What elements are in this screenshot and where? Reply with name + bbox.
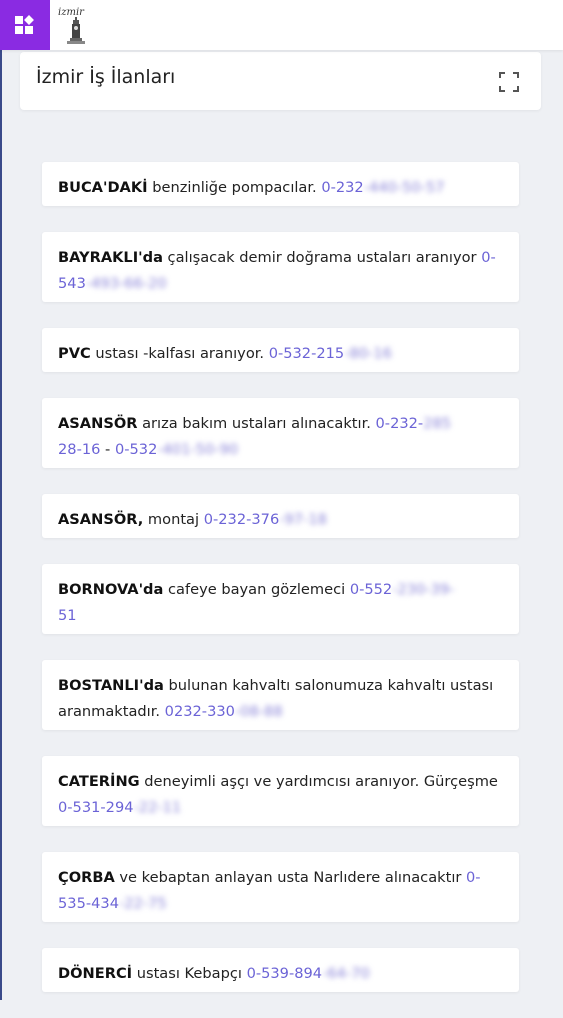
listing-card[interactable]: ÇORBA ve kebaptan anlayan usta Narlıdere… [42,852,519,922]
phone-number[interactable]: 51 [58,607,77,624]
phone-number[interactable]: 0-539-894 [247,965,323,982]
phone-number[interactable]: 0-232 [321,179,363,196]
listing-keyword: ASANSÖR [58,415,138,432]
listing-card[interactable]: CATERİNG deneyimli aşçı ve yardımcısı ar… [42,756,519,826]
listing-keyword: BORNOVA'da [58,581,164,598]
listing-text: arıza bakım ustaları alınacaktır. [137,415,376,432]
listing-text: benzinliğe pompacılar. [147,179,322,196]
phone-number[interactable]: 0232-330 [165,703,235,720]
listing-keyword: BUCA'DAKİ [58,179,148,196]
listing-card[interactable]: BUCA'DAKİ benzinliğe pompacılar. 0-232-4… [42,162,519,206]
page-header-card: İzmir İş İlanları [20,52,541,110]
listing-keyword: BAYRAKLI'da [58,249,163,266]
phone-number-hidden: -401-50-90 [157,441,239,458]
job-listings: BUCA'DAKİ benzinliğe pompacılar. 0-232-4… [42,162,519,1018]
window-left-edge [0,0,2,1000]
phone-number[interactable]: 0-552 [350,581,392,598]
listing-card[interactable]: BAYRAKLI'da çalışacak demir doğrama usta… [42,232,519,302]
phone-number[interactable]: 0-532-215 [269,345,345,362]
listing-text: ustası -kalfası aranıyor. [90,345,269,362]
listing-card[interactable]: PVC ustası -kalfası aranıyor. 0-532-215-… [42,328,519,372]
phone-number-hidden: -22-11 [133,799,182,816]
listing-card[interactable]: BORNOVA'da cafeye bayan gözlemeci 0-552-… [42,564,519,634]
phone-number[interactable]: 0-232-376 [204,511,280,528]
phone-number-hidden: -493-66-20 [85,275,167,292]
phone-number-hidden: -440-50-57 [363,179,445,196]
phone-number-hidden: -08-88 [234,703,283,720]
listing-keyword: DÖNERCİ [58,965,133,982]
widgets-add-icon [15,15,34,34]
listing-card[interactable]: ASANSÖR, montaj 0-232-376-97-18 [42,494,519,538]
listing-card[interactable]: BOSTANLI'da bulunan kahvaltı salonumuza … [42,660,519,730]
phone-number[interactable]: 0-532 [115,441,157,458]
listing-card[interactable]: ASANSÖR arıza bakım ustaları alınacaktır… [42,398,519,468]
listing-text: montaj [143,511,204,528]
phone-number-hidden: -80-16 [344,345,392,362]
phone-number[interactable]: 0-232- [376,415,424,432]
listing-card[interactable]: DÖNERCİ ustası Kebapçı 0-539-894-64-70 [42,948,519,992]
listing-keyword: BOSTANLI'da [58,677,164,694]
listing-text: cafeye bayan gözlemeci [163,581,350,598]
top-bar: izmir [0,0,563,50]
page-title: İzmir İş İlanları [36,66,176,88]
listing-keyword: CATERİNG [58,773,140,790]
phone-separator: - [100,441,115,458]
phone-number[interactable]: 28-16 [58,441,100,458]
listing-text: çalışacak demir doğrama ustaları aranıyo… [162,249,482,266]
phone-number-hidden: 285 [423,415,452,432]
phone-number-hidden: -22-75 [118,895,167,912]
phone-number-hidden: -230-39- [392,581,455,598]
expand-button[interactable] [499,72,519,92]
listing-keyword: ÇORBA [58,869,115,886]
listing-text: deneyimli aşçı ve yardımcısı aranıyor. G… [139,773,498,790]
svg-text:izmir: izmir [58,7,85,18]
phone-number-hidden: -97-18 [279,511,327,528]
expand-fullscreen-icon [499,72,519,92]
app-menu-button[interactable] [0,0,50,50]
izmir-clock-tower-logo[interactable]: izmir [56,4,96,46]
phone-number-hidden: -64-70 [322,965,370,982]
listing-keyword: ASANSÖR, [58,511,144,528]
listing-text: ustası Kebapçı [132,965,247,982]
listing-keyword: PVC [58,345,91,362]
phone-number[interactable]: 0-531-294 [58,799,134,816]
listing-text: ve kebaptan anlayan usta Narlıdere alına… [114,869,467,886]
